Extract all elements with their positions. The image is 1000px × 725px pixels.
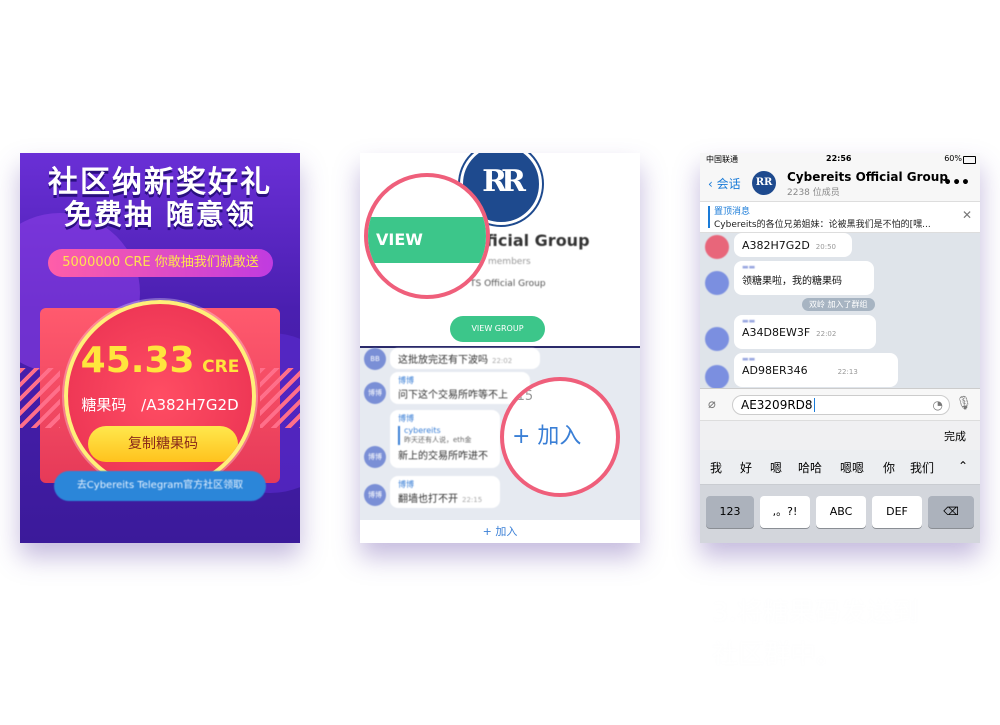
battery-level: 60% [944,154,962,163]
zoom-highlight-circle: VIEW GROUP [364,173,490,299]
candidate[interactable]: 哈哈 [798,459,822,476]
avatar: 博博 [364,446,386,468]
backspace-icon[interactable]: ⌫ [928,496,974,528]
member-count: 2238 位成员 [787,188,840,198]
candidate[interactable]: 嗯 [770,459,782,476]
microphone-icon[interactable]: 🎙 [955,396,972,411]
candy-code: 糖果码 /A382H7G2D [68,394,252,415]
key-def[interactable]: DEF [872,496,922,528]
chat-header: ‹ 会话 RR Cybereits Official Group 2238 位成… [700,167,980,202]
avatar [705,327,729,351]
go-telegram-button[interactable]: 去Cybereits Telegram官方社区领取 [54,471,266,501]
system-message: 双岭 加入了群组 [802,298,875,311]
group-title: Cybereits Official Group [787,170,948,184]
telegram-chat-screenshot: 中国联通 22:56 60% ‹ 会话 RR Cybereits Officia… [700,153,980,543]
pinned-message[interactable]: 置顶消息 Cybereits的各位兄弟姐妹：论被黑我们是不怕的[嘿... ✕ [700,202,980,233]
back-button[interactable]: ‹ 会话 [708,175,741,192]
key-punctuation[interactable]: ,。?! [760,496,810,528]
join-button-zoomed[interactable]: + 加入 [512,413,612,461]
candy-amount: 45.33 CRE [68,340,252,381]
battery-icon [963,156,976,164]
close-icon[interactable]: ✕ [962,208,972,222]
decor-stripes [260,368,300,428]
status-bar: 中国联通 22:56 60% [700,153,980,167]
message-input[interactable]: AE3209RD8 ◔ [732,395,950,415]
paperclip-icon[interactable]: ⌀ [708,397,716,412]
key-abc[interactable]: ABC [816,496,866,528]
promo-banner: 5000000 CRE 你敢抽我们就敢送 [48,249,273,277]
zoom-highlight-circle: 2:15 + 加入 [500,377,620,497]
candidate[interactable]: 我 [710,459,722,476]
message-time: 2:15 [504,389,534,404]
carrier: 中国联通 [706,155,738,164]
chat-message: 博博 cybereits 昨天还有人说，eth金 新上的交易所咋进不 [390,410,500,468]
pinned-bar [708,206,710,228]
avatar [705,365,729,389]
amount-unit: CRE [202,357,240,377]
pinned-title: 置顶消息 [714,207,751,217]
promo-title-line2: 免费抽 随意领 [64,198,256,231]
keyboard: 我 好 嗯 哈哈 嗯嗯 你 我们 ⌃ 123 ,。?! ABC DEF ⌫ [700,450,980,543]
chat-message: ▬▬ 领糖果啦，我的糖果码 [734,261,874,295]
avatar: 博博 [364,382,386,404]
copy-code-button[interactable]: 复制糖果码 [88,426,238,462]
candidate[interactable]: 你 [883,459,895,476]
key-123[interactable]: 123 [706,496,754,528]
view-group-button-zoomed[interactable]: VIEW GROUP [368,217,486,295]
group-logo[interactable]: RR [752,171,776,195]
step-caption: 3.将糖果码发送到 社区群中。 [712,598,919,670]
avatar: 博博 [364,484,386,506]
chevron-up-icon[interactable]: ⌃ [958,459,968,473]
join-button[interactable]: + 加入 [360,520,640,543]
chevron-left-icon: ‹ [708,177,713,191]
decor-stripes [20,368,60,428]
more-icon[interactable]: ••• [943,175,970,191]
join-group-screenshot: RR fficial Group members TS Official Gro… [360,153,640,543]
chat-message: ▬▬ AD98ER346 22:13 [734,353,898,387]
zoom-highlight-circle: 45.33 CRE 糖果码 /A382H7G2D 复制糖果码 [64,300,256,492]
chat-message: ▬▬ A34D8EW3F 22:02 [734,315,876,349]
candy-code-value: /A382H7G2D [141,396,239,414]
candy-code-label: 糖果码 [81,396,127,414]
group-name: fficial Group [480,231,590,250]
candidate[interactable]: 好 [740,459,752,476]
keyboard-toolbar: 完成 [700,420,980,451]
sender-name: ▬▬ [742,263,756,271]
chat-message: 这批放完还有下波吗 22:02 [390,348,540,369]
chat-message: 博博 翻墙也打不开 22:15 [390,476,500,508]
candidate[interactable]: 我们 [910,459,934,476]
chat-message: A382H7G2D 20:50 [734,233,852,257]
amount-value: 45.33 [80,340,195,381]
view-group-button[interactable]: VIEW GROUP [450,316,545,342]
avatar [705,271,729,295]
pinned-text: Cybereits的各位兄弟姐妹：论被黑我们是不怕的[嘿... [714,220,931,230]
sender-name: ▬▬ [742,317,756,325]
done-button[interactable]: 完成 [944,428,966,444]
sticker-icon[interactable]: ◔ [933,396,943,414]
candidate-bar: 我 好 嗯 哈哈 嗯嗯 你 我们 ⌃ [700,450,980,485]
group-subtitle: TS Official Group [470,279,546,289]
candy-promo-screenshot: 社区纳新奖好礼 免费抽 随意领 5000000 CRE 你敢抽我们就敢送 45.… [20,153,300,543]
avatar [705,235,729,259]
avatar: BB [364,348,386,370]
group-members: members [488,257,531,267]
sender-name: ▬▬ [742,355,756,363]
candidate[interactable]: 嗯嗯 [840,459,864,476]
message-input-bar: ⌀ AE3209RD8 ◔ 🎙 [700,388,980,421]
clock: 22:56 [826,154,852,163]
